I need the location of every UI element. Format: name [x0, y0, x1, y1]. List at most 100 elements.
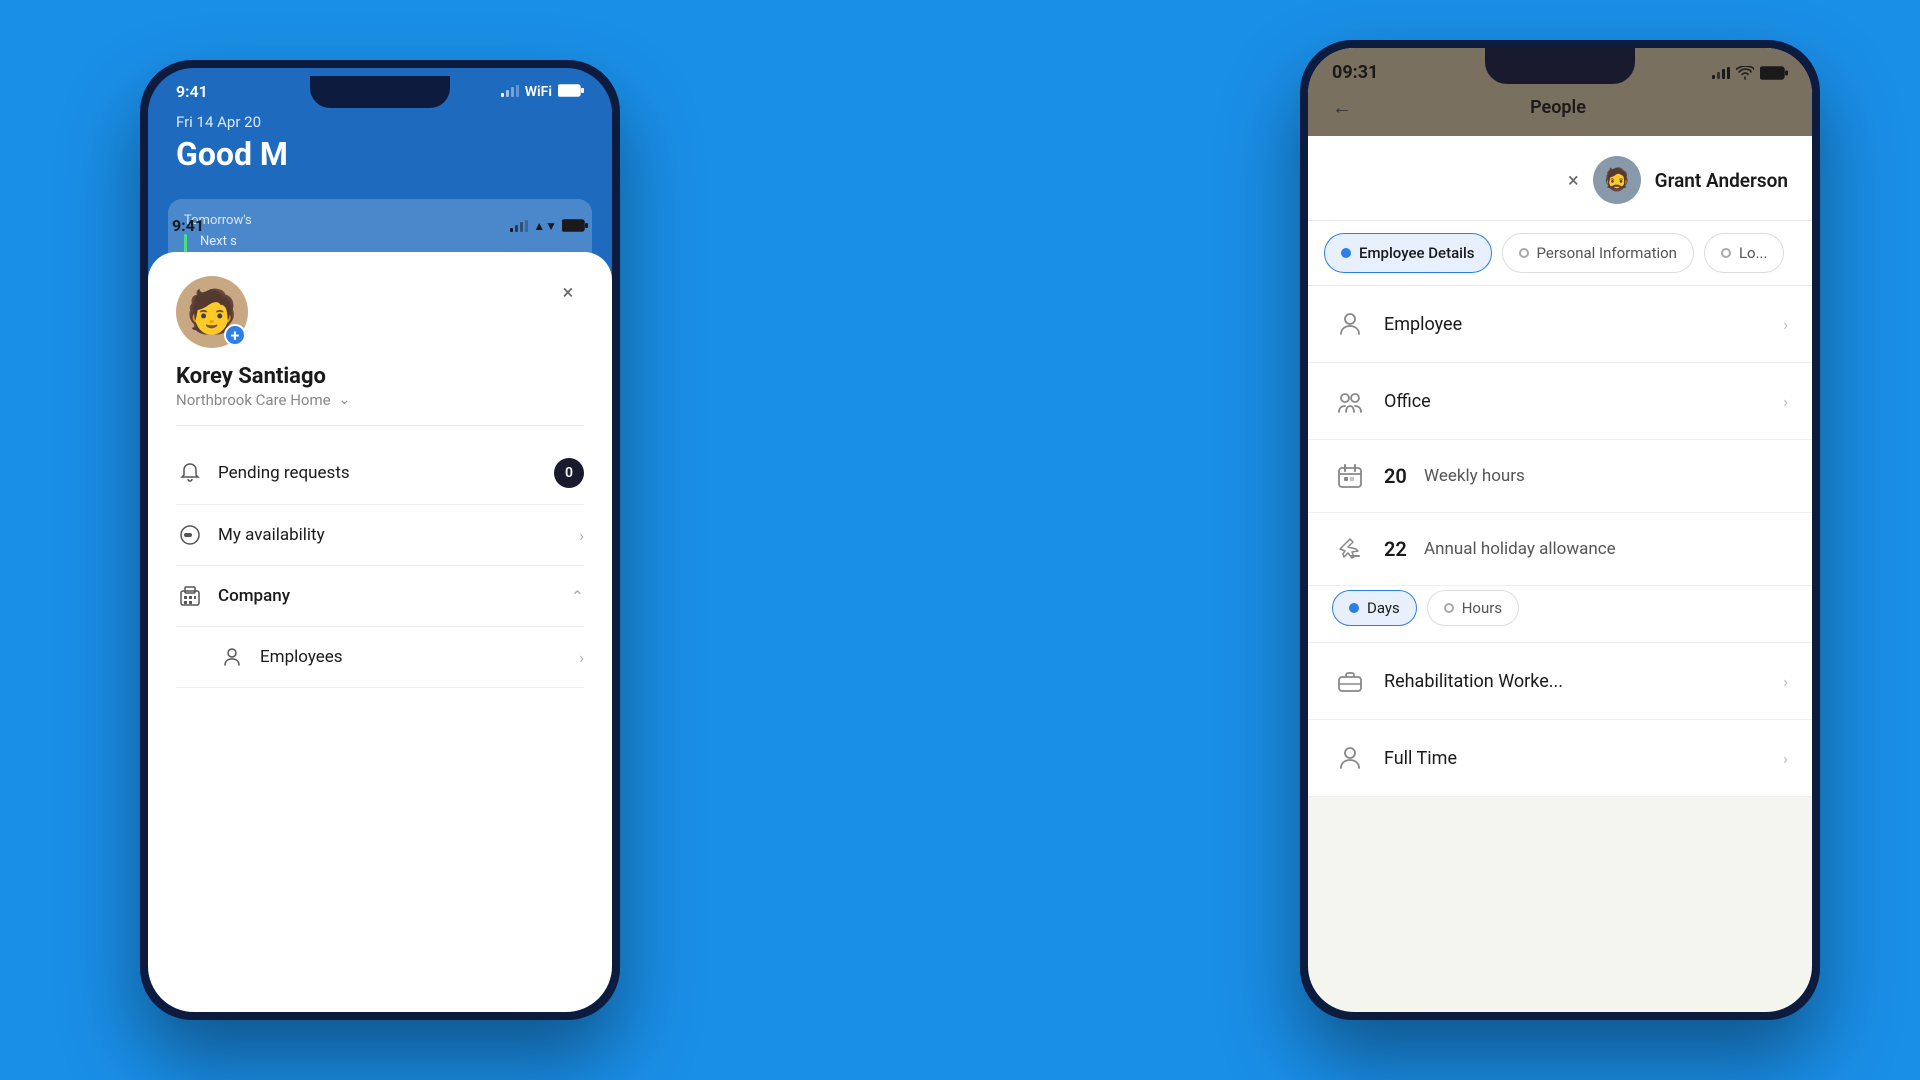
tab-dot-lo [1721, 248, 1731, 258]
full-time-item[interactable]: Full Time › [1308, 720, 1812, 797]
good-morning: Good M [176, 135, 584, 173]
pending-requests-left: Pending requests [176, 459, 350, 487]
hours-toggle[interactable]: Hours [1427, 590, 1519, 626]
sheet-status-bar: 9:41 ▲▼ [148, 216, 612, 235]
user-name: Korey Santiago [176, 364, 584, 389]
left-status-icons: WiFi [501, 82, 584, 101]
weekly-hours-item: 20 Weekly hours [1308, 440, 1812, 513]
avatar-plus-button[interactable]: + [224, 324, 246, 346]
phone-right: 09:31 ← People [1300, 40, 1820, 1020]
right-wifi-icon [1736, 66, 1754, 80]
tabs-row: Employee Details Personal Information Lo… [1308, 221, 1812, 286]
bell-icon [176, 459, 204, 487]
employee-chevron-icon: › [1783, 315, 1788, 334]
availability-icon [176, 521, 204, 549]
calendar-icon [1332, 458, 1368, 494]
sheet-header: 🧑 + × [176, 276, 584, 348]
office-chevron-icon: › [1783, 392, 1788, 411]
avatar-container: 🧑 + [176, 276, 248, 348]
tab-personal-information[interactable]: Personal Information [1502, 233, 1694, 273]
employee-label: Employee [1384, 314, 1783, 335]
close-right-button[interactable]: × [1568, 168, 1579, 192]
employees-chevron-icon: › [579, 648, 584, 667]
right-user-name: Grant Anderson [1655, 169, 1788, 192]
employee-icon [1332, 306, 1368, 342]
tab-lo[interactable]: Lo... [1704, 233, 1785, 273]
pending-requests-item[interactable]: Pending requests 0 [176, 442, 584, 505]
full-time-chevron-icon: › [1783, 749, 1788, 768]
office-item[interactable]: Office › [1308, 363, 1812, 440]
sheet-status-icons: ▲▼ [510, 219, 588, 233]
company-label: Company [218, 586, 290, 606]
tab-employee-details[interactable]: Employee Details [1324, 233, 1492, 273]
weekly-hours-label: Weekly hours [1424, 466, 1788, 486]
right-header: ← People [1308, 91, 1812, 136]
white-sheet-left: 9:41 ▲▼ [148, 252, 612, 1012]
left-time: 9:41 [176, 82, 208, 101]
phone-right-inner: 09:31 ← People [1308, 48, 1812, 1012]
employees-item[interactable]: Employees › [176, 627, 584, 688]
annual-holiday-item: 22 Annual holiday allowance [1308, 513, 1812, 586]
divider-1 [176, 425, 584, 426]
wifi-icon-sheet: ▲▼ [533, 219, 557, 233]
next-shift: Next s [200, 234, 576, 249]
hours-dot [1444, 603, 1454, 613]
wifi-icon: WiFi [525, 84, 552, 100]
company-section-header[interactable]: Company ⌃ [176, 566, 584, 627]
briefcase-icon [1332, 663, 1368, 699]
back-button[interactable]: ← [1332, 95, 1352, 120]
full-time-label: Full Time [1384, 748, 1783, 769]
header-title: People [1352, 97, 1764, 118]
pending-requests-label: Pending requests [218, 463, 350, 483]
signal-icon [501, 82, 519, 101]
airplane-icon [1332, 531, 1368, 567]
days-dot [1349, 603, 1359, 613]
full-time-icon [1332, 740, 1368, 776]
battery-icon-sheet [562, 219, 588, 232]
right-battery-icon [1760, 66, 1788, 80]
my-availability-left: My availability [176, 521, 325, 549]
annual-holiday-section: 22 Annual holiday allowance Days Hours [1308, 513, 1812, 643]
chevron-up-icon: ⌃ [571, 587, 584, 606]
right-signal-icon [1712, 67, 1730, 79]
right-user-avatar: 🧔 [1593, 156, 1641, 204]
my-availability-item[interactable]: My availability › [176, 505, 584, 566]
pending-badge: 0 [554, 458, 584, 488]
close-button[interactable]: × [552, 276, 584, 308]
company-header-left: Company [176, 582, 290, 610]
rehabilitation-chevron-icon: › [1783, 672, 1788, 691]
annual-holiday-label: Annual holiday allowance [1424, 539, 1788, 559]
tab-dot-personal [1519, 248, 1529, 258]
employee-item[interactable]: Employee › [1308, 286, 1812, 363]
employees-icon [218, 643, 246, 671]
employees-left: Employees [218, 643, 579, 671]
weekly-hours-value: 20 [1384, 464, 1424, 488]
notch-right [1485, 48, 1635, 84]
office-label: Office [1384, 391, 1783, 412]
company-icon [176, 582, 204, 610]
sheet-time: 9:41 [172, 216, 204, 235]
office-icon [1332, 383, 1368, 419]
right-time: 09:31 [1332, 62, 1378, 83]
rehabilitation-label: Rehabilitation Worke... [1384, 671, 1783, 692]
signal-bars-icon [510, 220, 528, 232]
right-status-icons [1712, 66, 1788, 80]
left-header-text: Fri 14 Apr 20 Good M [148, 105, 612, 189]
chevron-right-icon: › [579, 526, 584, 545]
user-header-right: × 🧔 Grant Anderson [1308, 136, 1812, 221]
phone-left-inner: 9:41 WiFi [148, 68, 612, 1012]
toggle-group: Days Hours [1308, 586, 1812, 643]
chevron-down-icon[interactable]: ⌄ [339, 392, 351, 408]
right-white-panel: × 🧔 Grant Anderson Employee Details Pers… [1308, 136, 1812, 797]
notch-left [310, 76, 450, 108]
annual-holiday-value: 22 [1384, 537, 1424, 561]
rehabilitation-item[interactable]: Rehabilitation Worke... › [1308, 643, 1812, 720]
tab-dot-active [1341, 248, 1351, 258]
user-info: Korey Santiago Northbrook Care Home ⌄ [176, 364, 584, 409]
date-text: Fri 14 Apr 20 [176, 113, 584, 131]
phone-left: 9:41 WiFi [140, 60, 620, 1020]
days-toggle[interactable]: Days [1332, 590, 1417, 626]
right-avatar-emoji: 🧔 [1603, 168, 1630, 193]
employees-label: Employees [260, 647, 343, 667]
my-availability-label: My availability [218, 525, 325, 545]
